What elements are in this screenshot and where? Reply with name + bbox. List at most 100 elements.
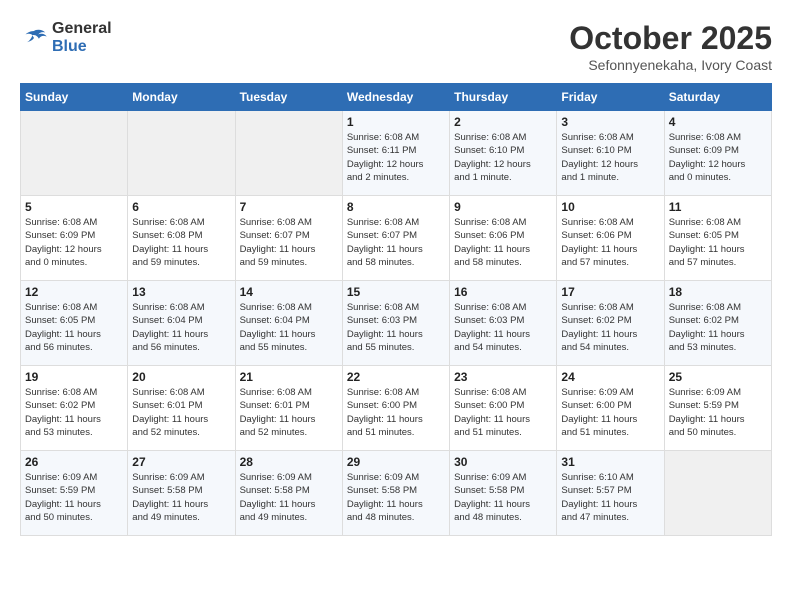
day-cell-16: 16 Sunrise: 6:08 AM Sunset: 6:03 PM Dayli…	[450, 281, 557, 366]
month-title: October 2025	[569, 20, 772, 57]
day-cell-19: 19 Sunrise: 6:08 AM Sunset: 6:02 PM Dayli…	[21, 366, 128, 451]
weekday-header-sunday: Sunday	[21, 84, 128, 111]
day-cell-6: 6 Sunrise: 6:08 AM Sunset: 6:08 PM Daylig…	[128, 196, 235, 281]
day-number: 14	[240, 285, 338, 299]
day-cell-7: 7 Sunrise: 6:08 AM Sunset: 6:07 PM Daylig…	[235, 196, 342, 281]
location-subtitle: Sefonnyenekaha, Ivory Coast	[569, 57, 772, 73]
day-number: 18	[669, 285, 767, 299]
day-info: Sunrise: 6:08 AM Sunset: 6:07 PM Dayligh…	[240, 216, 338, 269]
day-number: 1	[347, 115, 445, 129]
logo-general: General	[52, 20, 112, 38]
day-number: 24	[561, 370, 659, 384]
day-number: 5	[25, 200, 123, 214]
day-cell-30: 30Sunrise: 6:09 AM Sunset: 5:58 PM Dayli…	[450, 451, 557, 536]
day-cell-5: 5 Sunrise: 6:08 AM Sunset: 6:09 PM Daylig…	[21, 196, 128, 281]
day-info: Sunrise: 6:08 AM Sunset: 6:05 PM Dayligh…	[25, 301, 123, 354]
week-row-2: 5 Sunrise: 6:08 AM Sunset: 6:09 PM Daylig…	[21, 196, 772, 281]
day-number: 22	[347, 370, 445, 384]
day-number: 28	[240, 455, 338, 469]
day-cell-2: 2Sunrise: 6:08 AM Sunset: 6:10 PM Daylig…	[450, 111, 557, 196]
day-cell-11: 11 Sunrise: 6:08 AM Sunset: 6:05 PM Dayli…	[664, 196, 771, 281]
day-number: 26	[25, 455, 123, 469]
day-info: Sunrise: 6:08 AM Sunset: 6:08 PM Dayligh…	[132, 216, 230, 269]
day-info: Sunrise: 6:08 AM Sunset: 6:04 PM Dayligh…	[132, 301, 230, 354]
page-header: General Blue October 2025 Sefonnyenekaha…	[20, 20, 772, 73]
day-info: Sunrise: 6:08 AM Sunset: 6:05 PM Dayligh…	[669, 216, 767, 269]
day-cell-10: 10 Sunrise: 6:08 AM Sunset: 6:06 PM Dayli…	[557, 196, 664, 281]
day-cell-28: 28Sunrise: 6:09 AM Sunset: 5:58 PM Dayli…	[235, 451, 342, 536]
weekday-header-wednesday: Wednesday	[342, 84, 449, 111]
weekday-header-saturday: Saturday	[664, 84, 771, 111]
day-info: Sunrise: 6:08 AM Sunset: 6:09 PM Dayligh…	[25, 216, 123, 269]
day-info: Sunrise: 6:08 AM Sunset: 6:04 PM Dayligh…	[240, 301, 338, 354]
day-cell-20: 20 Sunrise: 6:08 AM Sunset: 6:01 PM Dayli…	[128, 366, 235, 451]
title-area: October 2025 Sefonnyenekaha, Ivory Coast	[569, 20, 772, 73]
weekday-header-monday: Monday	[128, 84, 235, 111]
day-number: 11	[669, 200, 767, 214]
logo-icon	[20, 28, 48, 48]
week-row-3: 12 Sunrise: 6:08 AM Sunset: 6:05 PM Dayli…	[21, 281, 772, 366]
day-number: 15	[347, 285, 445, 299]
day-number: 16	[454, 285, 552, 299]
day-cell-21: 21Sunrise: 6:08 AM Sunset: 6:01 PM Dayli…	[235, 366, 342, 451]
day-info: Sunrise: 6:08 AM Sunset: 6:11 PM Dayligh…	[347, 131, 445, 184]
day-number: 20	[132, 370, 230, 384]
week-row-1: 1 Sunrise: 6:08 AM Sunset: 6:11 PM Daylig…	[21, 111, 772, 196]
week-row-4: 19 Sunrise: 6:08 AM Sunset: 6:02 PM Dayli…	[21, 366, 772, 451]
day-info: Sunrise: 6:08 AM Sunset: 6:03 PM Dayligh…	[347, 301, 445, 354]
day-number: 7	[240, 200, 338, 214]
day-number: 31	[561, 455, 659, 469]
day-info: Sunrise: 6:08 AM Sunset: 6:06 PM Dayligh…	[454, 216, 552, 269]
day-cell-29: 29 Sunrise: 6:09 AM Sunset: 5:58 PM Dayli…	[342, 451, 449, 536]
day-cell-12: 12 Sunrise: 6:08 AM Sunset: 6:05 PM Dayli…	[21, 281, 128, 366]
day-number: 2	[454, 115, 552, 129]
day-number: 3	[561, 115, 659, 129]
day-number: 8	[347, 200, 445, 214]
day-number: 17	[561, 285, 659, 299]
day-info: Sunrise: 6:09 AM Sunset: 6:00 PM Dayligh…	[561, 386, 659, 439]
day-cell-24: 24 Sunrise: 6:09 AM Sunset: 6:00 PM Dayli…	[557, 366, 664, 451]
day-info: Sunrise: 6:09 AM Sunset: 5:59 PM Dayligh…	[669, 386, 767, 439]
day-cell-14: 14 Sunrise: 6:08 AM Sunset: 6:04 PM Dayli…	[235, 281, 342, 366]
logo-blue: Blue	[52, 38, 112, 56]
day-number: 29	[347, 455, 445, 469]
day-cell-22: 22Sunrise: 6:08 AM Sunset: 6:00 PM Dayli…	[342, 366, 449, 451]
day-info: Sunrise: 6:09 AM Sunset: 5:58 PM Dayligh…	[132, 471, 230, 524]
day-cell-15: 15 Sunrise: 6:08 AM Sunset: 6:03 PM Dayli…	[342, 281, 449, 366]
empty-cell	[21, 111, 128, 196]
day-info: Sunrise: 6:08 AM Sunset: 6:01 PM Dayligh…	[132, 386, 230, 439]
day-info: Sunrise: 6:08 AM Sunset: 6:07 PM Dayligh…	[347, 216, 445, 269]
empty-cell	[664, 451, 771, 536]
day-cell-8: 8 Sunrise: 6:08 AM Sunset: 6:07 PM Daylig…	[342, 196, 449, 281]
day-number: 4	[669, 115, 767, 129]
day-info: Sunrise: 6:09 AM Sunset: 5:59 PM Dayligh…	[25, 471, 123, 524]
logo-text: General Blue	[52, 20, 112, 55]
day-info: Sunrise: 6:09 AM Sunset: 5:58 PM Dayligh…	[347, 471, 445, 524]
weekday-header-friday: Friday	[557, 84, 664, 111]
day-cell-1: 1 Sunrise: 6:08 AM Sunset: 6:11 PM Daylig…	[342, 111, 449, 196]
day-info: Sunrise: 6:10 AM Sunset: 5:57 PM Dayligh…	[561, 471, 659, 524]
empty-cell	[235, 111, 342, 196]
day-info: Sunrise: 6:08 AM Sunset: 6:03 PM Dayligh…	[454, 301, 552, 354]
weekday-header-row: SundayMondayTuesdayWednesdayThursdayFrid…	[21, 84, 772, 111]
day-info: Sunrise: 6:08 AM Sunset: 6:02 PM Dayligh…	[25, 386, 123, 439]
day-cell-26: 26 Sunrise: 6:09 AM Sunset: 5:59 PM Dayli…	[21, 451, 128, 536]
day-cell-9: 9 Sunrise: 6:08 AM Sunset: 6:06 PM Daylig…	[450, 196, 557, 281]
day-info: Sunrise: 6:08 AM Sunset: 6:06 PM Dayligh…	[561, 216, 659, 269]
day-number: 6	[132, 200, 230, 214]
day-cell-25: 25 Sunrise: 6:09 AM Sunset: 5:59 PM Dayli…	[664, 366, 771, 451]
day-number: 19	[25, 370, 123, 384]
day-number: 25	[669, 370, 767, 384]
day-number: 9	[454, 200, 552, 214]
day-number: 23	[454, 370, 552, 384]
day-cell-13: 13Sunrise: 6:08 AM Sunset: 6:04 PM Dayli…	[128, 281, 235, 366]
weekday-header-thursday: Thursday	[450, 84, 557, 111]
day-info: Sunrise: 6:08 AM Sunset: 6:02 PM Dayligh…	[669, 301, 767, 354]
day-number: 30	[454, 455, 552, 469]
day-number: 10	[561, 200, 659, 214]
day-cell-23: 23Sunrise: 6:08 AM Sunset: 6:00 PM Dayli…	[450, 366, 557, 451]
day-cell-4: 4 Sunrise: 6:08 AM Sunset: 6:09 PM Daylig…	[664, 111, 771, 196]
day-cell-27: 27Sunrise: 6:09 AM Sunset: 5:58 PM Dayli…	[128, 451, 235, 536]
day-info: Sunrise: 6:08 AM Sunset: 6:09 PM Dayligh…	[669, 131, 767, 184]
day-number: 12	[25, 285, 123, 299]
